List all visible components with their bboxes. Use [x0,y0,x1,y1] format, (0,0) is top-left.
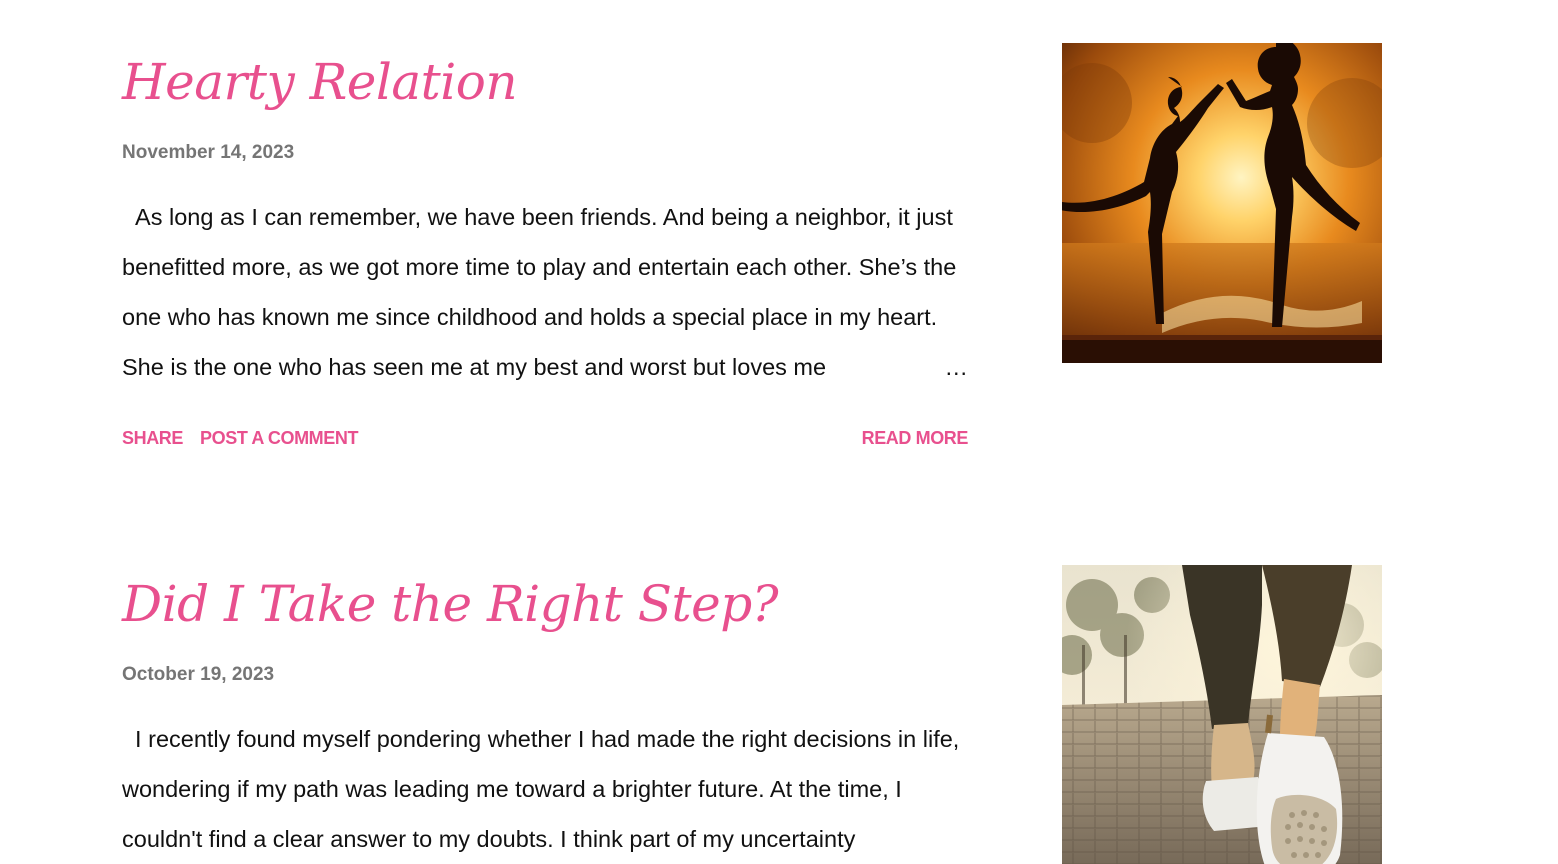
post-snippet: As long as I can remember, we have been … [122,192,968,392]
post-date[interactable]: November 14, 2023 [122,142,294,164]
blog-post: Did I Take the Right Step? October 19, 2… [122,564,1382,864]
walking-feet-image [1062,565,1382,864]
blog-post: Hearty Relation November 14, 2023 As lon… [122,42,1382,448]
post-thumbnail[interactable] [1062,43,1382,363]
post-date[interactable]: October 19, 2023 [122,664,274,686]
post-snippet-text: As long as I can remember, we have been … [122,204,957,380]
post-thumbnail[interactable] [1062,565,1382,864]
post-snippet-text: I recently found myself pondering whethe… [122,726,960,852]
snippet-ellipsis: … [896,342,968,392]
friends-silhouette-image [1062,43,1382,363]
read-more-link[interactable]: READ MORE [862,428,969,449]
post-footer: SHARE POST A COMMENT READ MORE [122,428,968,452]
post-comment-link[interactable]: POST A COMMENT [200,428,358,449]
post-snippet: I recently found myself pondering whethe… [122,714,968,864]
share-button[interactable]: SHARE [122,428,183,449]
